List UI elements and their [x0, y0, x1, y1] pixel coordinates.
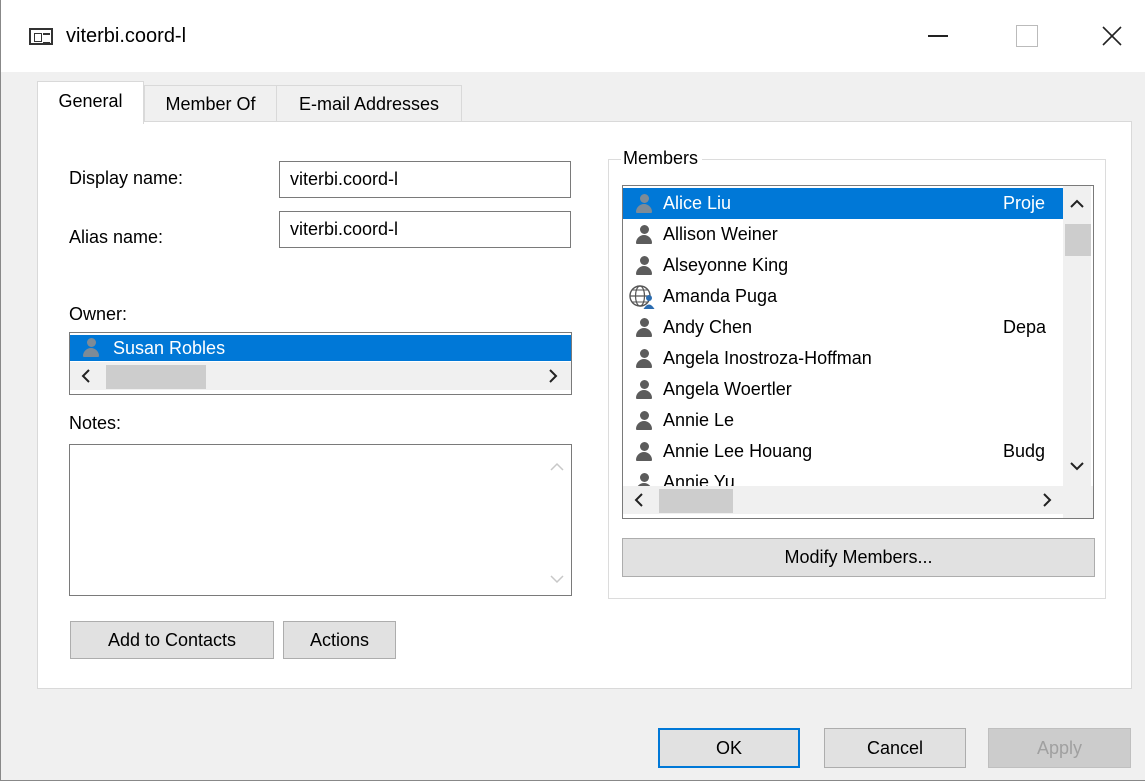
scroll-down-icon[interactable] — [547, 569, 567, 589]
cancel-button[interactable]: Cancel — [824, 728, 966, 768]
scroll-left-icon[interactable] — [629, 490, 649, 510]
member-name: Andy Chen — [663, 317, 753, 337]
title-bar[interactable]: viterbi.coord-l — [1, 0, 1145, 72]
member-row[interactable]: Annie Le — [623, 405, 1063, 436]
actions-button[interactable]: Actions — [283, 621, 396, 659]
scroll-down-icon[interactable] — [1067, 456, 1087, 476]
member-department: Depa — [1003, 317, 1047, 337]
notes-label: Notes: — [69, 413, 122, 433]
display-name-label: Display name: — [69, 168, 184, 188]
member-department: Proje — [1003, 193, 1046, 213]
notes-textarea[interactable] — [69, 444, 572, 596]
notes-vertical-scrollbar[interactable] — [543, 445, 571, 595]
person-icon — [635, 225, 653, 245]
scroll-left-icon[interactable] — [76, 366, 96, 386]
member-name: Angela Woertler — [663, 379, 792, 399]
member-row[interactable]: Alseyonne King — [623, 250, 1063, 281]
owner-name: Susan Robles — [113, 338, 226, 358]
scroll-up-icon[interactable] — [1067, 194, 1087, 214]
member-row[interactable]: Annie Lee Houang Budg — [623, 436, 1063, 467]
member-row[interactable]: Amanda Puga — [623, 281, 1063, 312]
minimize-button[interactable] — [892, 0, 984, 72]
window-title: viterbi.coord-l — [66, 25, 187, 47]
person-icon — [635, 256, 653, 276]
owner-label: Owner: — [69, 304, 128, 324]
person-icon — [635, 194, 653, 214]
scroll-right-icon[interactable] — [543, 366, 563, 386]
maximize-button — [981, 0, 1073, 72]
member-row[interactable]: Andy Chen Depa — [623, 312, 1063, 343]
display-name-field[interactable]: viterbi.coord-l — [279, 161, 571, 198]
alias-name-field[interactable]: viterbi.coord-l — [279, 211, 571, 248]
add-to-contacts-button[interactable]: Add to Contacts — [70, 621, 274, 659]
person-icon — [635, 349, 653, 369]
members-hscroll-thumb[interactable] — [659, 489, 733, 513]
members-scroll-thumb[interactable] — [1065, 224, 1091, 256]
members-group-label: Members — [621, 148, 703, 169]
close-icon — [1102, 26, 1122, 46]
globe-person-icon — [629, 285, 655, 309]
person-icon — [635, 318, 653, 338]
person-icon — [635, 380, 653, 400]
members-vertical-scrollbar[interactable] — [1063, 186, 1091, 486]
scroll-up-icon[interactable] — [547, 457, 567, 477]
tab-email-addresses[interactable]: E-mail Addresses — [276, 85, 462, 122]
person-icon — [82, 338, 100, 358]
member-row[interactable]: Allison Weiner — [623, 219, 1063, 250]
tab-member-of[interactable]: Member Of — [144, 85, 277, 122]
member-name: Alseyonne King — [663, 255, 789, 275]
member-row[interactable]: Angela Woertler — [623, 374, 1063, 405]
tab-general[interactable]: General — [37, 81, 144, 124]
member-name: Allison Weiner — [663, 224, 778, 244]
group-properties-dialog: viterbi.coord-l General Member Of E-mail… — [0, 0, 1145, 781]
person-icon — [635, 442, 653, 462]
member-name: Angela Inostroza-Hoffman — [663, 348, 872, 368]
member-name: Amanda Puga — [663, 286, 778, 306]
member-name: Annie Le — [663, 410, 735, 430]
members-horizontal-scrollbar[interactable] — [623, 486, 1063, 514]
ok-button[interactable]: OK — [658, 728, 800, 768]
member-row[interactable]: Alice Liu Proje — [623, 188, 1063, 219]
apply-button: Apply — [988, 728, 1131, 768]
owner-scroll-thumb[interactable] — [106, 365, 206, 389]
owner-list[interactable]: Susan Robles — [69, 332, 572, 395]
person-icon — [635, 411, 653, 431]
owner-row[interactable]: Susan Robles — [70, 335, 571, 361]
address-card-icon — [29, 28, 53, 45]
scroll-corner — [1063, 486, 1093, 518]
modify-members-button[interactable]: Modify Members... — [622, 538, 1095, 577]
member-row[interactable]: Angela Inostroza-Hoffman — [623, 343, 1063, 374]
alias-name-label: Alias name: — [69, 227, 164, 247]
owner-horizontal-scrollbar[interactable] — [70, 362, 571, 390]
member-name: Annie Lee Houang — [663, 441, 813, 461]
scroll-right-icon[interactable] — [1037, 490, 1057, 510]
member-name: Alice Liu — [663, 193, 732, 213]
member-department: Budg — [1003, 441, 1046, 461]
members-list[interactable]: Alice Liu Proje Allison Weiner Alseyonne Ki… — [622, 185, 1094, 519]
close-button[interactable] — [1066, 0, 1145, 72]
